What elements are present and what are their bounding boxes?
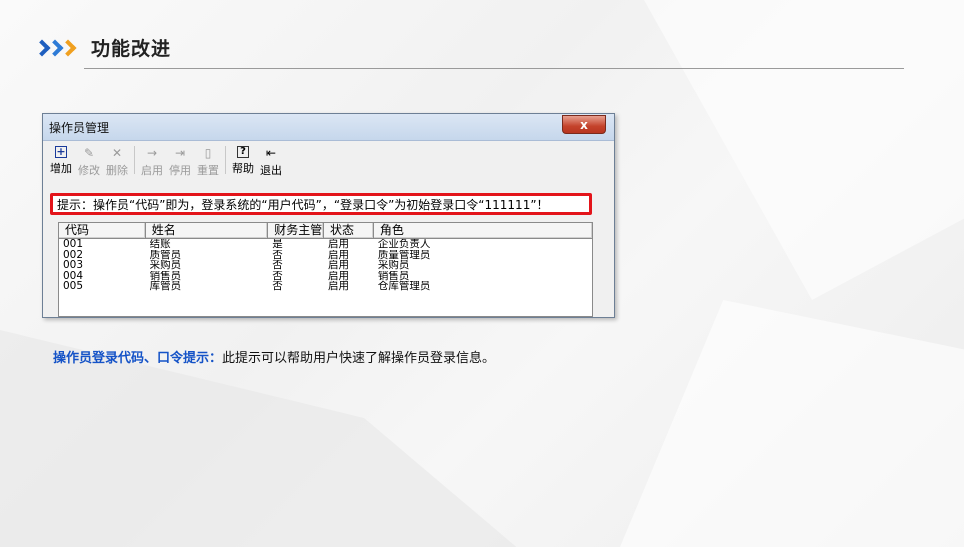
- toolbar-button-help[interactable]: ? 帮助: [229, 146, 257, 176]
- table-row[interactable]: 005 库管员 否 启用 仓库管理员: [59, 281, 592, 292]
- toolbar-button-arrow-stop[interactable]: ⇥ 停用: [166, 146, 194, 178]
- cell-code: 003: [63, 260, 84, 271]
- arrow-stop-icon: ⇥: [174, 146, 186, 160]
- cell-name: 销售员: [149, 270, 182, 281]
- title-divider: [84, 68, 904, 69]
- cell-status: 启用: [328, 239, 349, 250]
- cell-finance-manager: 否: [272, 249, 283, 260]
- cell-name: 结账: [149, 239, 171, 250]
- toolbar-button-x-delete[interactable]: ✕ 删除: [103, 146, 131, 178]
- caption-lead: 操作员登录代码、口令提示：: [53, 351, 223, 366]
- toolbar-button-page[interactable]: ▯ 重置: [194, 146, 222, 178]
- help-icon: ?: [237, 146, 249, 158]
- cell-finance-manager: 否: [272, 260, 283, 271]
- table-row[interactable]: 001 结账 是 启用 企业负责人: [59, 239, 592, 250]
- toolbar-button-label: 增加: [50, 162, 72, 175]
- toolbar-button-plus-box[interactable]: + 增加: [47, 146, 75, 176]
- grid-body: 001 结账是启用 企业负责人 002 质管员否启用 质量管理员 003 采购员否启用 采购员 0…: [59, 239, 592, 292]
- toolbar: + 增加 ✎ 修改 ✕ 删除 → 启用 ⇥ 停用 ▯ 重置? 帮助 ⇤ 退出: [47, 146, 285, 180]
- column-header-name[interactable]: 姓名: [146, 223, 269, 238]
- column-header-role[interactable]: 角色: [374, 223, 592, 238]
- column-header-code[interactable]: 代码: [59, 223, 146, 238]
- cell-role: 企业负责人: [377, 239, 431, 250]
- grid-header: 代码 姓名 财务主管 状态 角色: [59, 223, 592, 239]
- table-row[interactable]: 003 采购员 否 启用 采购员: [59, 260, 592, 271]
- cell-role: 销售员: [377, 270, 410, 281]
- toolbar-separator: [134, 146, 135, 174]
- toolbar-button-label: 停用: [169, 164, 191, 177]
- arrow-right-icon: →: [146, 146, 158, 160]
- operator-management-window: 操作员管理 x + 增加 ✎ 修改 ✕ 删除 → 启用 ⇥ 停用 ▯ 重置? 帮助 ⇤ 退出 提示：操作员“…: [42, 113, 615, 318]
- cell-finance-manager: 否: [272, 270, 283, 281]
- slide-background: 功能改进 操作员管理 x + 增加 ✎ 修改 ✕ 删除 → 启用 ⇥ 停用 ▯ 重置? 帮助 ⇤ 退出 提示…: [0, 0, 964, 547]
- cell-status: 启用: [328, 260, 349, 271]
- login-hint-box: 提示：操作员“代码”即为，登录系统的“用户代码”，“登录口令”为初始登录口令“1…: [50, 193, 592, 215]
- caption-text: 此提示可以帮助用户快速了解操作员登录信息。: [222, 351, 496, 366]
- toolbar-button-pencil[interactable]: ✎ 修改: [75, 146, 103, 178]
- window-titlebar: 操作员管理: [43, 114, 614, 141]
- cell-status: 启用: [328, 270, 349, 281]
- pencil-icon: ✎: [83, 146, 95, 160]
- toolbar-button-label: 帮助: [232, 162, 254, 175]
- cell-name: 质管员: [149, 249, 182, 260]
- cell-role: 仓库管理员: [377, 281, 431, 292]
- cell-status: 启用: [328, 281, 349, 292]
- plus-box-icon: +: [55, 145, 67, 158]
- cell-code: 001: [63, 239, 84, 250]
- window-close-button[interactable]: x: [562, 115, 606, 134]
- operator-grid: 代码 姓名 财务主管 状态 角色 001 结账是启用 企业负责人 002 质管员否启用质…: [58, 222, 593, 317]
- toolbar-button-label: 启用: [141, 164, 163, 177]
- cell-name: 采购员: [149, 260, 182, 271]
- background-facet: [644, 0, 964, 300]
- x-delete-icon: ✕: [111, 146, 123, 160]
- chevron-right-icon: [59, 39, 77, 56]
- slide-title-row: 功能改进: [33, 34, 172, 61]
- cell-status: 启用: [328, 249, 349, 260]
- cell-code: 005: [63, 281, 84, 292]
- slide-title: 功能改进: [91, 38, 172, 60]
- cell-finance-manager: 否: [272, 281, 283, 292]
- toolbar-button-label: 退出: [260, 164, 282, 177]
- window-title: 操作员管理: [49, 120, 110, 135]
- table-row[interactable]: 002 质管员 否 启用 质量管理员: [59, 250, 592, 261]
- toolbar-separator: [225, 146, 226, 174]
- cell-code: 004: [63, 270, 84, 281]
- column-header-finance-manager[interactable]: 财务主管: [268, 223, 325, 238]
- chevrons-icon: [33, 39, 77, 56]
- cell-role: 采购员: [377, 260, 410, 271]
- toolbar-button-label: 删除: [106, 164, 128, 177]
- exit-door-icon: ⇤: [265, 146, 277, 160]
- toolbar-button-label: 重置: [197, 164, 219, 177]
- column-header-status[interactable]: 状态: [324, 223, 374, 238]
- page-icon: ▯: [204, 146, 212, 160]
- toolbar-button-exit-door[interactable]: ⇤ 退出: [257, 146, 285, 178]
- cell-finance-manager: 是: [272, 239, 283, 250]
- background-facet: [620, 300, 964, 547]
- cell-code: 002: [63, 249, 84, 260]
- cell-name: 库管员: [149, 281, 182, 292]
- toolbar-button-arrow-right[interactable]: → 启用: [138, 146, 166, 178]
- slide-caption: 操作员登录代码、口令提示：此提示可以帮助用户快速了解操作员登录信息。: [53, 347, 495, 366]
- toolbar-button-label: 修改: [78, 164, 100, 177]
- table-row[interactable]: 004 销售员 否 启用 销售员: [59, 271, 592, 282]
- cell-role: 质量管理员: [377, 249, 431, 260]
